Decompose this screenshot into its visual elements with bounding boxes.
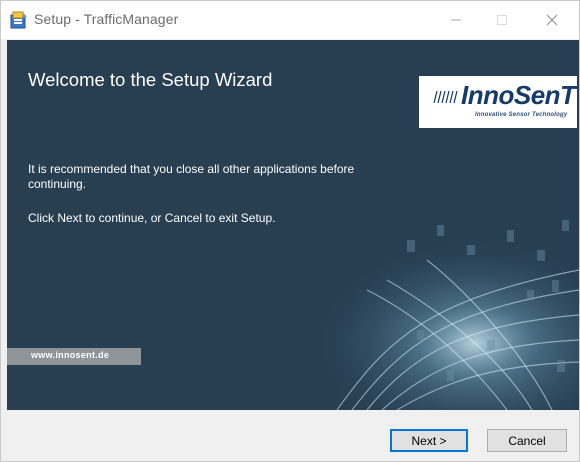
setup-window: Setup - TrafficManager Welcome to the Se… [0, 0, 580, 462]
maximize-icon [497, 15, 507, 25]
window-title: Setup - TrafficManager [34, 11, 179, 27]
recommendation-text: It is recommended that you close all oth… [28, 162, 355, 191]
website-bar: www.innosent.de [7, 348, 141, 365]
welcome-heading: Welcome to the Setup Wizard [28, 69, 273, 90]
button-bar: Next > Cancel [1, 410, 579, 461]
maximize-button[interactable] [479, 1, 525, 39]
website-text: www.innosent.de [31, 350, 110, 360]
close-icon [546, 14, 558, 26]
instruction-text: Click Next to continue, or Cancel to exi… [28, 211, 276, 225]
minimize-icon [451, 19, 461, 21]
company-logo: InnoSenT Innovative Sensor Technology [419, 76, 577, 128]
minimize-button[interactable] [433, 1, 479, 39]
next-button[interactable]: Next > [390, 429, 468, 452]
cancel-button[interactable]: Cancel [487, 429, 567, 452]
title-bar[interactable]: Setup - TrafficManager [1, 1, 579, 39]
wizard-panel: Welcome to the Setup Wizard InnoSenT Inn… [7, 40, 579, 410]
logo-stripes-icon [433, 90, 458, 104]
logo-tagline: Innovative Sensor Technology [475, 112, 568, 118]
setup-app-icon [10, 11, 27, 29]
close-button[interactable] [529, 1, 575, 39]
logo-name: InnoSenT [461, 80, 576, 110]
